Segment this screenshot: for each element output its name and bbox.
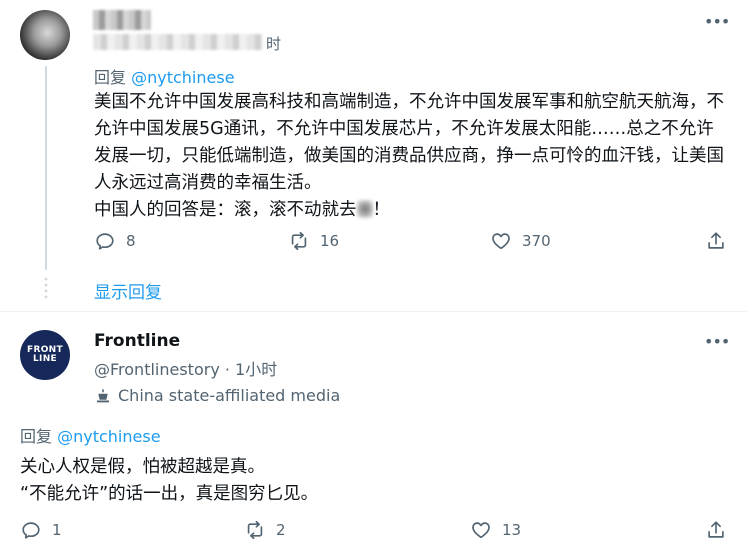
reply-count: 1 [52,521,62,539]
reply-to-line: 回复 @nytchinese [94,64,235,88]
retweet-button[interactable]: 16 [288,230,339,252]
retweet-count: 16 [320,232,340,250]
share-icon [708,232,724,249]
tweet-text-last-line: 中国人的回答是：滚，滚不动就去 ！ [94,197,724,224]
reply-label: 回复 [20,427,53,446]
retweet-icon [247,520,263,540]
tweet-text-line1: 关心人权是假，怕被超越是真。 [20,457,265,477]
tweet-text-line2-start: 中国人的回答是：滚，滚不动就去 [94,200,357,220]
reply-icon [22,522,40,539]
reply-button[interactable]: 8 [94,230,136,252]
tweet-text-line2: “不能允许”的话一出，真是图穷匕见。 [20,484,319,504]
tweet-text: 关心人权是假，怕被超越是真。 “不能允许”的话一出，真是图穷匕见。 [20,454,720,508]
state-media-text: China state-affiliated media [118,386,341,405]
state-media-icon [97,388,109,402]
reply-mention-link[interactable]: @nytchinese [57,427,160,446]
retweet-icon [291,231,307,251]
divider [0,311,747,312]
handle-and-time[interactable]: @Frontlinestory · 1小时 [94,356,277,380]
state-media-label[interactable]: China state-affiliated media [94,386,340,405]
tweet-text-body: 美国不允许中国发展高科技和高端制造，不允许中国发展军事和航空航天航海，不允许中国… [94,92,724,193]
more-icon[interactable]: ••• [704,332,730,352]
avatar[interactable]: FRONT LINE [20,330,70,380]
like-button[interactable]: 370 [490,230,551,252]
share-icon [708,521,724,538]
tweet-time[interactable]: 时 [266,33,281,54]
reply-to-line: 回复 @nytchinese [20,423,161,447]
reply-button[interactable]: 1 [20,519,62,541]
share-button[interactable] [705,519,737,541]
retweet-count: 2 [276,521,286,539]
avatar[interactable] [20,10,70,60]
reply-mention-link[interactable]: @nytchinese [131,68,234,87]
like-icon [472,522,490,539]
retweet-button[interactable]: 2 [244,519,286,541]
reply-count: 8 [126,232,136,250]
blurred-display-name[interactable] [93,10,151,30]
avatar-text-bottom: LINE [33,354,57,364]
blurred-handle[interactable] [93,34,263,50]
like-button[interactable]: 13 [470,519,521,541]
blurred-character [356,200,373,218]
more-icon[interactable]: ••• [704,12,730,32]
share-button[interactable] [705,230,737,252]
like-icon [492,233,510,250]
thread-dots [44,276,48,300]
tweet-text: 美国不允许中国发展高科技和高端制造，不允许中国发展军事和航空航天航海，不允许中国… [94,89,724,224]
display-name[interactable]: Frontline [94,331,180,351]
reply-label: 回复 [94,68,127,87]
like-count: 370 [522,232,551,250]
show-replies-link[interactable]: 显示回复 [94,278,162,303]
like-count: 13 [502,521,522,539]
tweet-text-line2-end: ！ [372,200,391,220]
reply-icon [96,233,114,250]
thread-line [45,66,47,270]
